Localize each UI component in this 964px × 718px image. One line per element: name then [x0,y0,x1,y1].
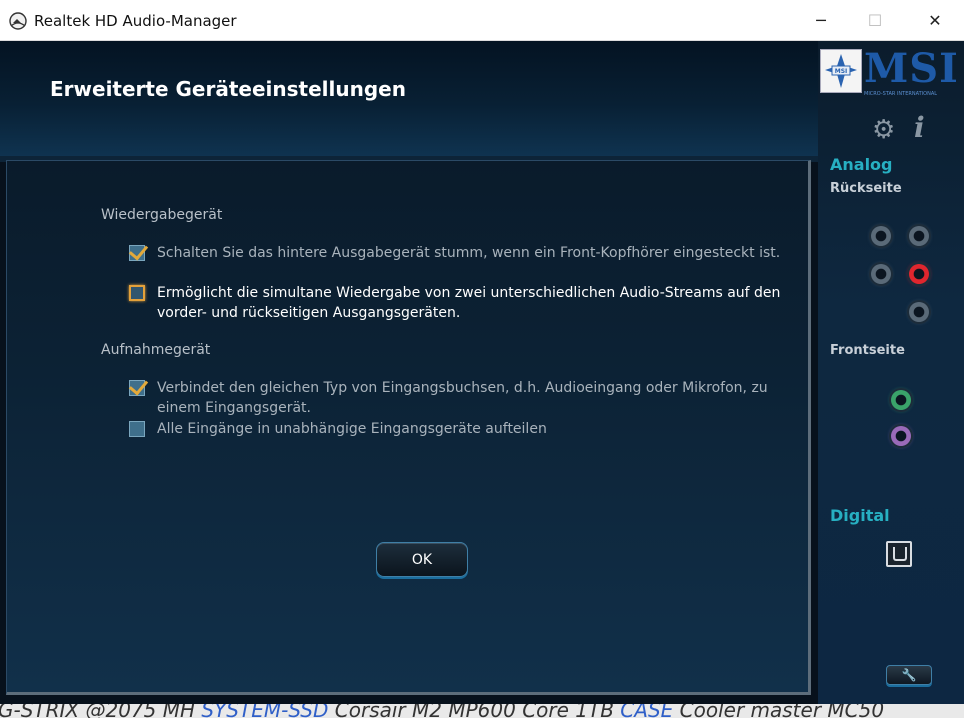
background-text: G-STRIX @2075 MH SYSTEM-SSD Corsair M2 M… [0,704,884,718]
msi-subtext: MICRO-STAR INTERNATIONAL [864,91,938,97]
background-text-part: Corsair M2 MP600 Core 1TB [334,704,614,718]
rear-jack[interactable] [868,261,894,287]
simultaneous-playback-label: Ermöglicht die simultane Wiedergabe von … [157,285,781,321]
background-text-part: Cooler master MC50 [679,704,885,718]
recording-section-label: Aufnahmegerät [101,342,211,358]
rear-heading: Rückseite [830,181,902,196]
msi-logo: MSI MSI MICRO-STAR INTERNATIONAL [820,45,962,97]
digital-output-icon[interactable] [886,541,912,567]
mute-rear-label: Schalten Sie das hintere Ausgabegerät st… [157,245,781,261]
info-icon[interactable]: i [914,111,925,144]
wrench-icon: 🔧 [901,668,917,682]
simultaneous-playback-checkbox[interactable] [129,285,145,301]
msi-badge-icon: MSI [820,49,862,93]
option-combine-inputs[interactable]: Verbindet den gleichen Typ von Eingangsb… [129,378,799,420]
page-title: Erweiterte Geräteeinstellungen [50,77,406,101]
close-button[interactable]: ✕ [912,0,958,40]
jack-sidebar: MSI MSI MICRO-STAR INTERNATIONAL ⚙ i Ana… [818,41,964,704]
svg-text:MSI: MSI [835,68,848,75]
option-simultaneous-playback[interactable]: Ermöglicht die simultane Wiedergabe von … [129,283,799,325]
mute-rear-checkbox[interactable] [129,245,145,261]
gear-icon[interactable]: ⚙ [872,115,895,145]
split-inputs-label: Alle Eingänge in unabhängige Eingangsger… [157,421,547,437]
rear-jack[interactable] [906,299,932,325]
rear-jack[interactable] [868,223,894,249]
playback-section-label: Wiedergabegerät [101,207,223,223]
digital-heading: Digital [830,506,890,525]
background-window-strip: G-STRIX @2075 MH SYSTEM-SSD Corsair M2 M… [0,704,964,718]
settings-panel: Wiedergabegerät Schalten Sie das hintere… [6,160,811,695]
msi-wordmark: MSI [864,45,959,92]
window-title: Realtek HD Audio-Manager [34,12,237,30]
rear-jack-line-out[interactable] [906,261,932,287]
analog-heading: Analog [830,155,893,174]
combine-inputs-checkbox[interactable] [129,380,145,396]
speaker-app-icon [9,12,27,30]
rear-jack[interactable] [906,223,932,249]
audio-manager-window: Realtek HD Audio-Manager ─ ☐ ✕ Erweitert… [0,0,964,704]
split-inputs-checkbox[interactable] [129,421,145,437]
option-split-inputs[interactable]: Alle Eingänge in unabhängige Eingangsger… [129,419,799,441]
front-jack-headphone[interactable] [888,387,914,413]
option-mute-rear-output[interactable]: Schalten Sie das hintere Ausgabegerät st… [129,243,799,265]
front-jack-mic[interactable] [888,423,914,449]
background-text-part: G-STRIX @2075 MH [0,704,196,718]
title-bar[interactable]: Realtek HD Audio-Manager ─ ☐ ✕ [0,0,964,41]
ok-button[interactable]: OK [376,542,468,577]
maximize-button[interactable]: ☐ [852,0,898,40]
front-heading: Frontseite [830,343,905,358]
background-link: CASE [620,704,674,718]
combine-inputs-label: Verbindet den gleichen Typ von Eingangsb… [157,380,768,416]
minimize-button[interactable]: ─ [798,0,844,40]
wrench-settings-button[interactable]: 🔧 [886,665,932,685]
background-link: SYSTEM-SSD [201,704,329,718]
page-header: Erweiterte Geräteeinstellungen [0,41,818,156]
